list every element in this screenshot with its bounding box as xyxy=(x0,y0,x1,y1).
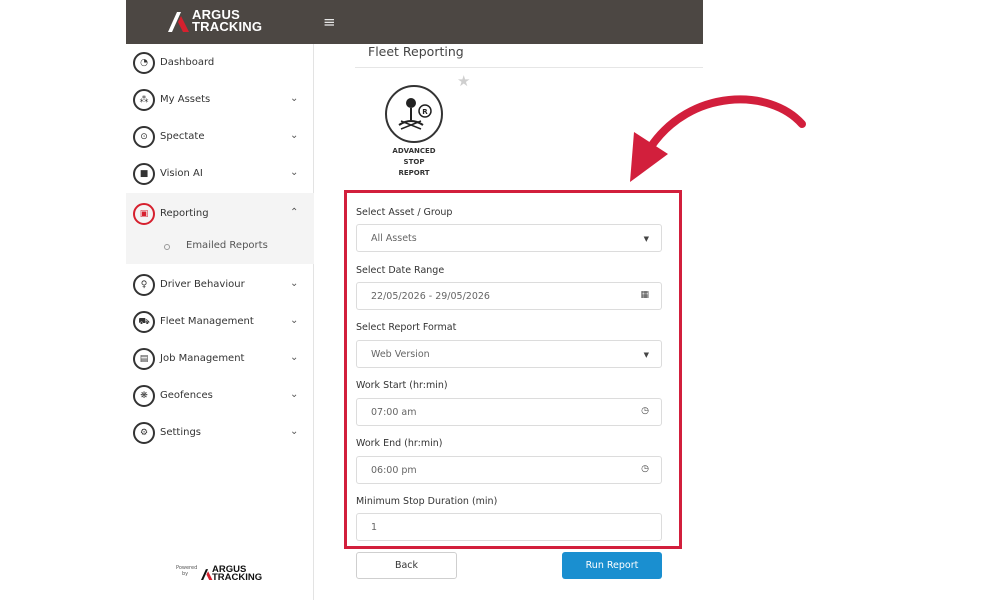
sidebar-item-label: Driver Behaviour xyxy=(160,279,245,290)
report-format-value: Web Version xyxy=(371,349,430,360)
by-text: by xyxy=(182,571,189,577)
sidebar-item-label: Spectate xyxy=(160,131,205,142)
sidebar-item-dashboard[interactable]: ◔ Dashboard xyxy=(126,45,314,82)
date-range-input[interactable]: 22/05/2026 - 29/05/2026 ▦ xyxy=(356,282,662,310)
report-title: ADVANCED STOP REPORT xyxy=(392,147,436,177)
min-stop-duration-value: 1 xyxy=(371,522,378,533)
chevron-down-icon[interactable]: ⌄ xyxy=(290,352,298,363)
svg-text:R: R xyxy=(422,108,428,116)
advanced-stop-report-icon: R xyxy=(385,85,443,143)
sidebar-item-vision-ai[interactable]: ■ Vision AI ⌄ xyxy=(126,156,314,193)
gear-icon: ⚙ xyxy=(133,422,155,444)
clock-icon: ◷ xyxy=(641,464,649,474)
assets-icon: ⁂ xyxy=(133,89,155,111)
sidebar-item-job-management[interactable]: ▤ Job Management ⌄ xyxy=(126,341,314,378)
callout-arrow-icon xyxy=(630,95,806,182)
asset-group-select[interactable]: All Assets ▼ xyxy=(356,224,662,252)
camera-icon: ■ xyxy=(133,163,155,185)
car-icon: ⛟ xyxy=(133,311,155,333)
logo-mark-icon xyxy=(168,12,189,32)
date-range-value: 22/05/2026 - 29/05/2026 xyxy=(371,291,490,302)
work-end-label: Work End (hr:min) xyxy=(356,438,443,449)
sidebar-item-label: Vision AI xyxy=(160,168,203,179)
sidebar-item-settings[interactable]: ⚙ Settings ⌄ xyxy=(126,415,314,452)
geofence-icon: ❋ xyxy=(133,385,155,407)
sidebar-item-label: Settings xyxy=(160,427,202,438)
sidebar-item-label: Reporting xyxy=(160,208,209,219)
clock-icon: ◷ xyxy=(641,406,649,416)
sidebar: ◔ Dashboard ⁂ My Assets ⌄ ⊙ Spectate ⌄ ■… xyxy=(126,44,314,600)
sidebar-item-label: Fleet Management xyxy=(160,316,254,327)
folder-icon: ▣ xyxy=(133,203,155,225)
top-header: ARGUS TRACKING ≡ xyxy=(126,0,703,44)
back-button[interactable]: Back xyxy=(356,552,457,579)
powered-by-logo: Powered by ARGUS TRACKING xyxy=(176,565,276,587)
page-title: Fleet Reporting xyxy=(368,44,464,59)
dashboard-icon: ◔ xyxy=(133,52,155,74)
chevron-down-icon[interactable]: ⌄ xyxy=(290,315,298,326)
argus-logo[interactable]: ARGUS TRACKING xyxy=(168,8,278,36)
run-report-button[interactable]: Run Report xyxy=(562,552,662,579)
chevron-down-icon[interactable]: ⌄ xyxy=(290,93,298,104)
favorite-star-icon[interactable]: ★ xyxy=(457,72,470,90)
chevron-down-icon[interactable]: ⌄ xyxy=(290,389,298,400)
powered-brand-line-2: TRACKING xyxy=(212,572,263,583)
sidebar-subitem-label: Emailed Reports xyxy=(186,240,268,251)
location-pin-icon: ⊙ xyxy=(133,126,155,148)
chevron-down-icon[interactable]: ⌄ xyxy=(290,426,298,437)
dropdown-caret-icon: ▼ xyxy=(643,235,649,243)
sidebar-item-geofences[interactable]: ❋ Geofences ⌄ xyxy=(126,378,314,415)
work-start-value: 07:00 am xyxy=(371,407,417,418)
sidebar-item-my-assets[interactable]: ⁂ My Assets ⌄ xyxy=(126,82,314,119)
sidebar-item-fleet-management[interactable]: ⛟ Fleet Management ⌄ xyxy=(126,304,314,341)
sidebar-item-label: Job Management xyxy=(160,353,245,364)
dropdown-caret-icon: ▼ xyxy=(643,351,649,359)
sidebar-subitem-emailed-reports[interactable]: Emailed Reports xyxy=(126,230,314,264)
chevron-down-icon[interactable]: ⌄ xyxy=(290,130,298,141)
asset-group-label: Select Asset / Group xyxy=(356,207,453,218)
chevron-up-icon[interactable]: ⌃ xyxy=(290,207,298,218)
min-stop-duration-label: Minimum Stop Duration (min) xyxy=(356,496,498,507)
work-start-label: Work Start (hr:min) xyxy=(356,380,448,391)
report-format-label: Select Report Format xyxy=(356,322,457,333)
sidebar-item-label: Dashboard xyxy=(160,57,215,68)
work-start-input[interactable]: 07:00 am ◷ xyxy=(356,398,662,426)
sidebar-item-driver-behaviour[interactable]: ♀ Driver Behaviour ⌄ xyxy=(126,267,314,304)
min-stop-duration-input[interactable]: 1 xyxy=(356,513,662,541)
chevron-down-icon[interactable]: ⌄ xyxy=(290,167,298,178)
report-format-select[interactable]: Web Version ▼ xyxy=(356,340,662,368)
bullet-icon xyxy=(164,244,170,250)
sidebar-item-label: My Assets xyxy=(160,94,211,105)
work-end-value: 06:00 pm xyxy=(371,465,417,476)
sidebar-item-spectate[interactable]: ⊙ Spectate ⌄ xyxy=(126,119,314,156)
calendar-icon: ▦ xyxy=(640,290,649,300)
stop-pin-icon: R xyxy=(398,98,432,130)
divider xyxy=(355,67,703,68)
sidebar-item-label: Geofences xyxy=(160,390,213,401)
work-end-input[interactable]: 06:00 pm ◷ xyxy=(356,456,662,484)
asset-group-value: All Assets xyxy=(371,233,417,244)
chevron-down-icon[interactable]: ⌄ xyxy=(290,278,298,289)
bulb-icon: ♀ xyxy=(133,274,155,296)
logo-line-2: TRACKING xyxy=(192,19,263,34)
menu-icon[interactable]: ≡ xyxy=(323,13,336,31)
briefcase-icon: ▤ xyxy=(133,348,155,370)
date-range-label: Select Date Range xyxy=(356,265,445,276)
